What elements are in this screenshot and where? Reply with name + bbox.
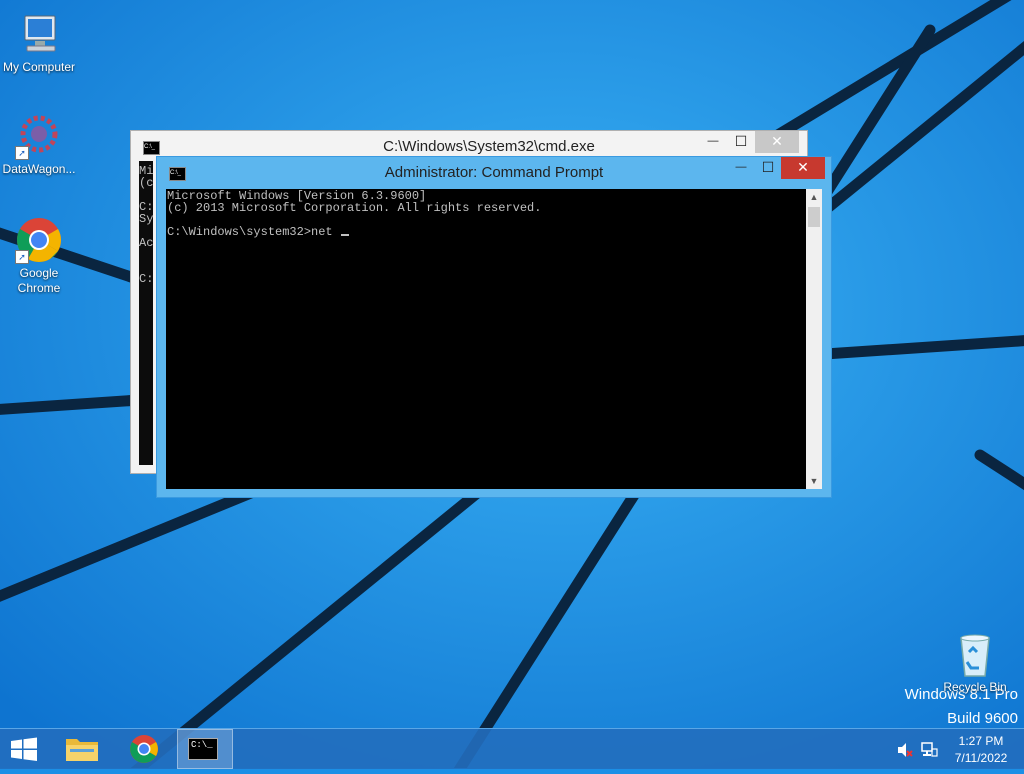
desktop-icon-recycle-bin[interactable]: Recycle Bin — [936, 632, 1014, 695]
chrome-icon — [130, 735, 158, 763]
taskbar: C:\_ 1:27 PM 7/11/2022 — [0, 728, 1024, 769]
admin-command-prompt-window[interactable]: C:\_ Administrator: Command Prompt — ☐ ✕… — [156, 156, 832, 498]
shortcut-arrow-icon: ➚ — [15, 146, 29, 160]
console-line: C:\Windows\system32>net — [167, 225, 340, 239]
desktop-icon-google-chrome[interactable]: ➚ Google Chrome — [0, 216, 78, 296]
text-cursor — [340, 234, 349, 236]
desktop-icon-label: My Computer — [2, 60, 76, 74]
console-fragment: Ac — [139, 236, 153, 250]
network-icon[interactable] — [920, 741, 938, 759]
clock-time[interactable]: 1:27 PM — [946, 734, 1016, 748]
console-output[interactable]: Microsoft Windows [Version 6.3.9600] (c)… — [166, 189, 806, 489]
taskbar-command-prompt[interactable]: C:\_ — [177, 729, 233, 769]
maximize-button[interactable]: ☐ — [727, 131, 755, 153]
console-output-partial: Mi (c C: Sy Ac C: — [139, 161, 153, 465]
console-fragment: (c — [139, 176, 153, 190]
volume-muted-icon[interactable] — [896, 741, 914, 759]
shortcut-arrow-icon: ➚ — [15, 250, 29, 264]
desktop-icon-datawagon[interactable]: ➚ DataWagon... — [0, 112, 78, 177]
vertical-scrollbar[interactable]: ▲ ▼ — [806, 189, 822, 489]
cmd-icon: C:\_ — [188, 738, 218, 760]
cmd-icon: C:\_ — [143, 141, 160, 155]
scrollbar-thumb[interactable] — [808, 207, 820, 227]
close-button[interactable]: ✕ — [755, 131, 799, 153]
watermark-build: Build 9600 — [947, 710, 1018, 727]
console-line: (c) 2013 Microsoft Corporation. All righ… — [167, 201, 542, 215]
window-titlebar[interactable]: C:\_ Administrator: Command Prompt — ☐ ✕ — [157, 157, 831, 187]
scroll-down-icon[interactable]: ▼ — [806, 473, 822, 489]
console-fragment: C: — [139, 272, 153, 286]
folder-icon — [66, 739, 98, 761]
minimize-button[interactable]: — — [699, 131, 727, 153]
computer-icon — [15, 10, 63, 58]
datawagon-icon: ➚ — [15, 112, 63, 160]
minimize-button[interactable]: — — [727, 157, 755, 179]
desktop-icon-my-computer[interactable]: My Computer — [0, 10, 78, 75]
maximize-button[interactable]: ☐ — [755, 157, 781, 179]
chrome-icon: ➚ — [15, 216, 63, 264]
clock-date[interactable]: 7/11/2022 — [946, 751, 1016, 765]
recycle-bin-icon — [951, 632, 999, 678]
taskbar-file-explorer[interactable] — [56, 729, 108, 769]
taskbar-chrome[interactable] — [118, 729, 170, 769]
desktop-icon-label: DataWagon... — [2, 162, 76, 176]
windows-logo-icon — [11, 737, 37, 761]
scroll-up-icon[interactable]: ▲ — [806, 189, 822, 205]
console-prompt-line: C:\Windows\system32>net — [167, 226, 806, 238]
start-button[interactable] — [0, 729, 48, 769]
desktop-icon-label: Recycle Bin — [943, 680, 1007, 694]
console-fragment: Sy — [139, 212, 153, 226]
desktop-icon-label: Google Chrome — [17, 266, 61, 295]
close-button[interactable]: ✕ — [781, 157, 825, 179]
